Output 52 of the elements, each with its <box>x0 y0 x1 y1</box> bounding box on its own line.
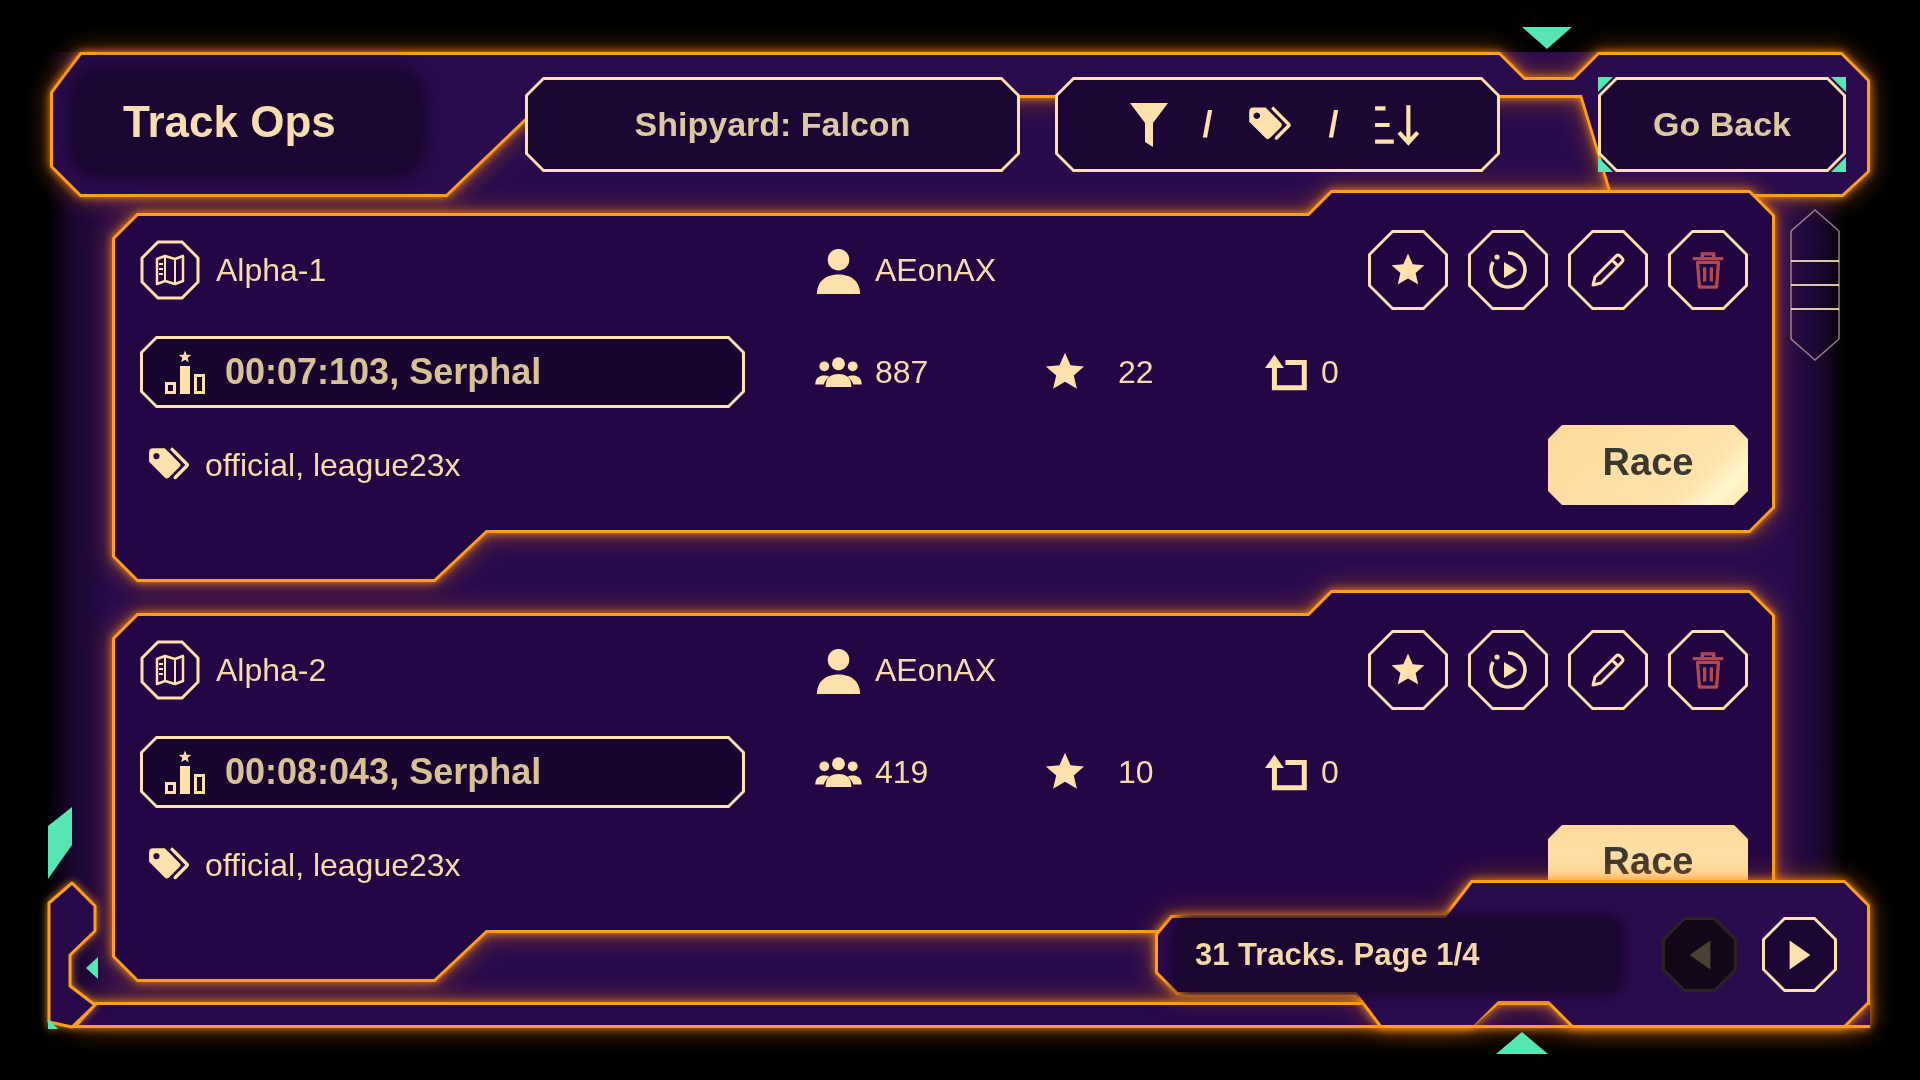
triangle-down-icon <box>1522 27 1572 49</box>
author-name: AEonAX <box>875 250 996 290</box>
edit-button[interactable] <box>1568 630 1648 710</box>
triangle-left-icon <box>86 957 98 979</box>
favorite-button[interactable] <box>1368 230 1448 310</box>
player-count: 419 <box>875 752 929 792</box>
tag-list: official, league23x <box>205 445 461 485</box>
repeat-icon <box>1265 753 1309 791</box>
podium-icon <box>165 750 205 794</box>
favorite-button[interactable] <box>1368 630 1448 710</box>
group-icon <box>815 756 862 788</box>
record-text: 00:07:103, Serphal <box>225 351 542 393</box>
replay-button[interactable] <box>1468 630 1548 710</box>
back-button[interactable]: Go Back <box>1598 77 1846 172</box>
page-title: Track Ops <box>75 72 420 172</box>
track-name: Alpha-1 <box>216 250 327 290</box>
race-button[interactable]: Race <box>1548 425 1748 505</box>
record-text: 00:08:043, Serphal <box>225 751 542 793</box>
scroll-thumb[interactable] <box>1790 209 1840 361</box>
favorite-count: 10 <box>1118 752 1154 792</box>
track-name: Alpha-2 <box>216 650 327 690</box>
player-count: 887 <box>875 352 929 392</box>
triangle-up-icon <box>1496 1032 1548 1054</box>
author-name: AEonAX <box>875 650 996 690</box>
replay-icon <box>1488 250 1528 290</box>
page-info: 31 Tracks. Page 1/4 <box>1175 918 1620 992</box>
map-icon <box>140 640 200 700</box>
next-page-button[interactable] <box>1762 917 1837 992</box>
corner-triangle-icon <box>1598 157 1613 172</box>
filter-sort-button[interactable]: / / <box>1055 77 1500 172</box>
repeat-count: 0 <box>1321 752 1339 792</box>
edit-button[interactable] <box>1568 230 1648 310</box>
favorite-count: 22 <box>1118 352 1154 392</box>
slanted-bar-icon <box>48 807 72 879</box>
group-icon <box>815 356 862 388</box>
corner-triangle-icon <box>1598 77 1613 92</box>
podium-icon <box>165 350 205 394</box>
filter-icon <box>1130 102 1169 147</box>
race-button[interactable]: Race <box>1548 825 1748 880</box>
corner-triangle-icon <box>1831 157 1846 172</box>
delete-button[interactable] <box>1668 230 1748 310</box>
shipyard-button[interactable]: Shipyard: Falcon <box>525 77 1020 172</box>
replay-button[interactable] <box>1468 230 1548 310</box>
replay-icon <box>1488 650 1528 690</box>
user-icon <box>815 646 862 694</box>
repeat-count: 0 <box>1321 352 1339 392</box>
corner-triangle-icon <box>1831 77 1846 92</box>
delete-button[interactable] <box>1668 630 1748 710</box>
repeat-icon <box>1265 353 1309 391</box>
tag-list: official, league23x <box>205 845 461 885</box>
user-icon <box>815 246 862 294</box>
map-icon <box>140 240 200 300</box>
